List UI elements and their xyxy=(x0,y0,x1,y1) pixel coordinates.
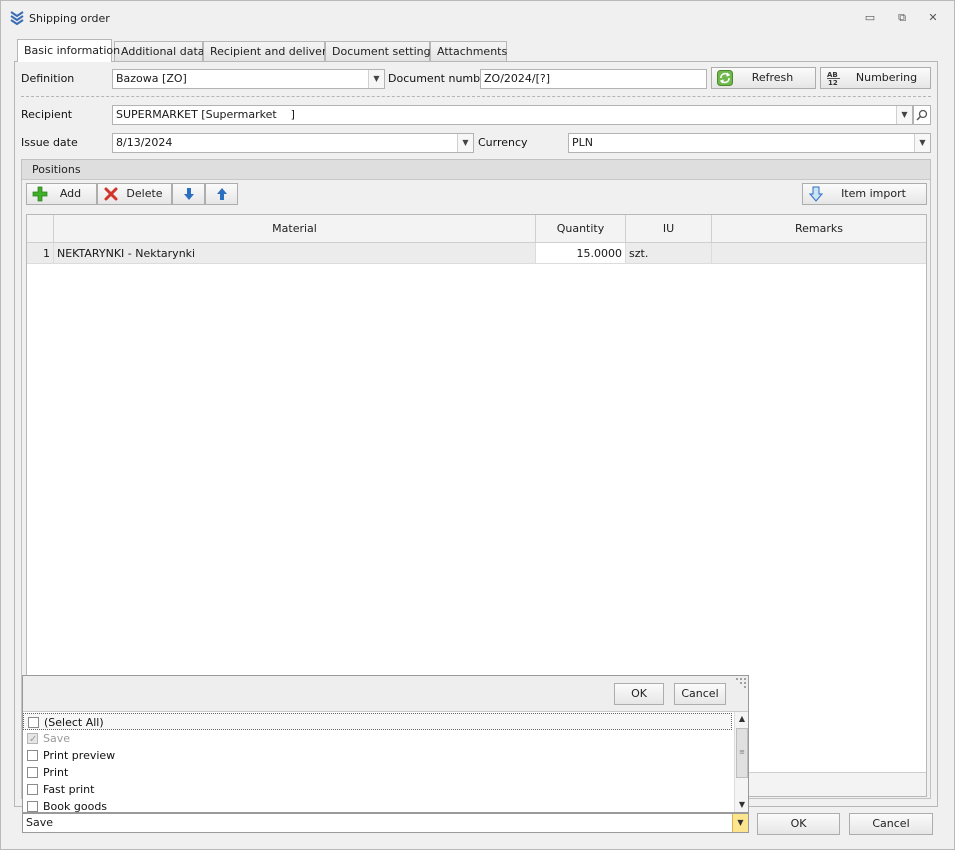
numbering-label: Numbering xyxy=(855,71,918,84)
recipient-select[interactable]: SUPERMARKET [Supermarket ] ▼ xyxy=(112,105,913,125)
definition-value: Bazowa [ZO] xyxy=(116,72,187,85)
maximize-button[interactable]: ⧉ xyxy=(895,11,909,25)
document-number-label: Document number xyxy=(388,72,492,85)
checkbox[interactable] xyxy=(27,784,38,795)
item-label: (Select All) xyxy=(44,716,104,729)
item-label: Print preview xyxy=(43,749,116,762)
refresh-button[interactable]: Refresh xyxy=(711,67,816,89)
column-header-iu[interactable]: IU xyxy=(626,215,712,243)
popup-ok-button[interactable]: OK xyxy=(614,683,664,705)
tab-recipient-and-delivery[interactable]: Recipient and delivery xyxy=(203,41,333,61)
popup-cancel-button[interactable]: Cancel xyxy=(674,683,726,705)
arrow-down-icon xyxy=(183,188,194,200)
item-import-label: Item import xyxy=(841,187,906,200)
definition-select[interactable]: Bazowa [ZO] ▼ xyxy=(112,69,385,89)
ok-button[interactable]: OK xyxy=(757,813,840,835)
recipient-search-button[interactable] xyxy=(913,105,931,125)
column-header-material[interactable]: Material xyxy=(54,215,536,243)
shipping-order-window: Shipping order ▭ ⧉ ✕ Basic information A… xyxy=(0,0,955,850)
item-import-button[interactable]: Item import xyxy=(802,183,927,205)
document-number-value: ZO/2024/[?] xyxy=(484,72,551,85)
item-label: Fast print xyxy=(43,783,95,796)
tab-additional-data[interactable]: Additional data xyxy=(114,41,205,61)
scroll-thumb[interactable]: ≡ xyxy=(736,728,748,778)
scroll-down-icon[interactable]: ▼ xyxy=(735,798,749,812)
item-label: Print xyxy=(43,766,69,779)
list-item-book-goods[interactable]: Book goods xyxy=(23,798,732,812)
save-action-combo[interactable]: Save ▼ xyxy=(22,813,749,833)
close-button[interactable]: ✕ xyxy=(926,11,940,25)
item-label: Save xyxy=(43,732,71,745)
refresh-icon xyxy=(717,70,733,86)
definition-label: Definition xyxy=(21,72,75,85)
checklist: (Select All) Save Print preview Print Fa… xyxy=(23,712,733,812)
move-down-button[interactable] xyxy=(172,183,205,205)
tab-document-settings[interactable]: Document settings xyxy=(325,41,436,61)
save-combo-value: Save xyxy=(26,816,54,829)
popup-toolbar: OK Cancel xyxy=(23,676,748,712)
delete-position-button[interactable]: Delete xyxy=(97,183,172,205)
issue-date-picker[interactable]: 8/13/2024 ▼ xyxy=(112,133,474,153)
row-number: 1 xyxy=(27,243,54,264)
svg-text:12: 12 xyxy=(828,79,838,86)
add-position-button[interactable]: Add xyxy=(26,183,97,205)
cancel-button[interactable]: Cancel xyxy=(849,813,933,835)
search-icon xyxy=(916,109,928,121)
column-header-remarks[interactable]: Remarks xyxy=(712,215,926,243)
chevron-down-icon[interactable]: ▼ xyxy=(368,70,384,88)
issue-date-label: Issue date xyxy=(21,136,78,149)
checkbox[interactable] xyxy=(27,750,38,761)
positions-header: Positions xyxy=(22,160,930,180)
action-checklist-popup: OK Cancel (Select All) Save Print previe… xyxy=(22,675,749,813)
tab-attachments[interactable]: Attachments xyxy=(430,41,507,61)
chevron-down-icon[interactable]: ▼ xyxy=(896,106,912,124)
recipient-label: Recipient xyxy=(21,108,73,121)
delete-x-icon xyxy=(104,187,118,201)
column-header-quantity[interactable]: Quantity xyxy=(536,215,626,243)
chevron-down-icon[interactable]: ▼ xyxy=(457,134,473,152)
row-number-header xyxy=(27,215,54,243)
cell-quantity[interactable]: 15.0000 xyxy=(536,243,626,264)
section-divider xyxy=(21,96,931,97)
document-number-field[interactable]: ZO/2024/[?] xyxy=(480,69,707,89)
checkbox[interactable] xyxy=(27,801,38,812)
list-item-print-preview[interactable]: Print preview xyxy=(23,747,732,764)
refresh-label: Refresh xyxy=(751,71,794,84)
numbering-button[interactable]: AB 12 Numbering xyxy=(820,67,931,89)
recipient-value: SUPERMARKET [Supermarket ] xyxy=(116,108,295,121)
cell-material[interactable]: NEKTARYNKI - Nektarynki xyxy=(54,243,536,264)
list-item-print[interactable]: Print xyxy=(23,764,732,781)
checkbox[interactable] xyxy=(27,731,38,748)
title-bar: Shipping order ▭ ⧉ ✕ xyxy=(1,1,954,35)
currency-label: Currency xyxy=(478,136,528,149)
minimize-button[interactable]: ▭ xyxy=(863,11,877,25)
numbering-icon: AB 12 xyxy=(827,71,840,86)
currency-select[interactable]: PLN ▼ xyxy=(568,133,931,153)
svg-text:AB: AB xyxy=(827,71,838,79)
checkbox[interactable] xyxy=(28,717,39,728)
cell-iu[interactable]: szt. xyxy=(626,243,712,264)
cell-remarks[interactable] xyxy=(712,243,926,264)
currency-value: PLN xyxy=(572,136,593,149)
list-item-select-all[interactable]: (Select All) xyxy=(23,713,732,730)
checklist-scrollbar[interactable]: ▲ ≡ ▼ xyxy=(734,712,748,812)
chevron-down-icon[interactable]: ▼ xyxy=(914,134,930,152)
item-label: Book goods xyxy=(43,800,108,812)
import-arrow-icon xyxy=(808,186,824,202)
tab-basic-information[interactable]: Basic information xyxy=(17,39,120,62)
checkbox[interactable] xyxy=(27,767,38,778)
plus-icon xyxy=(32,186,48,202)
window-title: Shipping order xyxy=(29,12,110,25)
scroll-up-icon[interactable]: ▲ xyxy=(735,712,749,726)
move-up-button[interactable] xyxy=(205,183,238,205)
arrow-up-icon xyxy=(216,188,227,200)
chevron-down-icon[interactable]: ▼ xyxy=(732,814,748,832)
app-chevrons-icon xyxy=(10,11,24,26)
resize-grip-icon[interactable] xyxy=(735,677,747,689)
list-item-fast-print[interactable]: Fast print xyxy=(23,781,732,798)
list-item-save[interactable]: Save xyxy=(23,730,732,748)
issue-date-value: 8/13/2024 xyxy=(116,136,173,149)
